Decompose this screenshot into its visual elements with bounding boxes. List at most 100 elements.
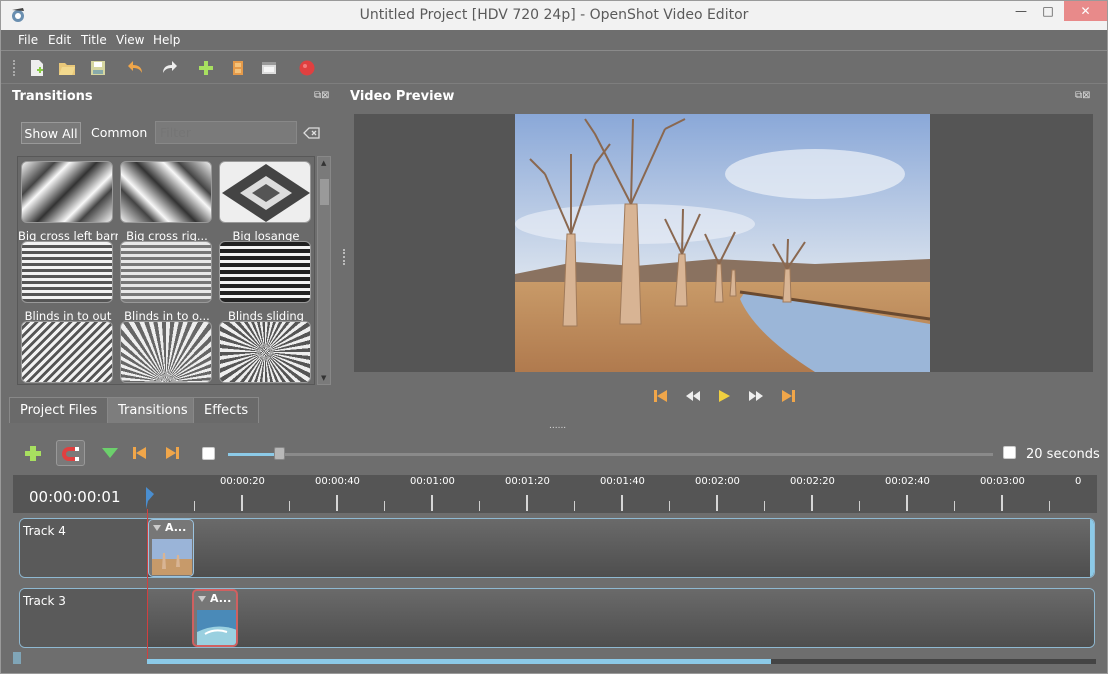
scrollbar-thumb[interactable]	[320, 179, 329, 205]
minimize-button[interactable]: —	[1007, 1, 1035, 21]
menu-view[interactable]: View	[116, 33, 144, 47]
menu-bar: File Edit Title View Help	[1, 30, 1107, 51]
playhead-line	[147, 509, 148, 659]
transition-thumbnail	[21, 321, 113, 383]
timeline-horizontal-scrollbar[interactable]	[147, 659, 1096, 664]
new-project-icon[interactable]	[28, 59, 46, 77]
playhead-marker[interactable]	[143, 487, 157, 509]
ruler-label: 00:02:00	[695, 476, 740, 487]
ruler-label: 00:00:40	[315, 476, 360, 487]
snapping-toggle[interactable]	[56, 440, 85, 466]
menu-title[interactable]: Title	[81, 33, 107, 47]
add-marker-icon[interactable]	[99, 443, 121, 463]
jump-end-icon[interactable]	[778, 387, 798, 405]
tab-effects[interactable]: Effects	[193, 397, 260, 423]
maximize-button[interactable]: □	[1035, 1, 1061, 21]
zoom-slider-track[interactable]	[228, 453, 993, 456]
ruler-major-tick	[526, 495, 528, 511]
clip-title: A...	[210, 592, 232, 605]
ruler-label: 00:00:20	[220, 476, 265, 487]
ruler-major-tick	[811, 495, 813, 511]
redo-icon[interactable]	[160, 59, 178, 77]
rewind-icon[interactable]	[683, 387, 703, 405]
track-header: Track 4	[20, 519, 148, 577]
ruler-major-tick	[716, 495, 718, 511]
zoom-in-checkbox[interactable]	[1003, 446, 1016, 459]
ruler-minor-tick	[953, 501, 955, 511]
clip[interactable]: A...	[192, 589, 238, 647]
previous-marker-icon[interactable]	[129, 443, 151, 463]
video-preview-dock-buttons[interactable]: ⧉⊠	[1075, 90, 1091, 101]
common-button[interactable]: Common	[91, 122, 147, 144]
clip-menu-icon[interactable]	[196, 593, 208, 605]
zoom-slider-handle[interactable]	[274, 447, 285, 460]
horizontal-splitter[interactable]: ......	[549, 421, 566, 431]
add-track-icon[interactable]	[22, 443, 44, 463]
menu-help[interactable]: Help	[153, 33, 180, 47]
ruler-major-tick	[621, 495, 623, 511]
video-frame	[515, 114, 930, 372]
main-toolbar	[1, 52, 1107, 84]
tab-transitions[interactable]: Transitions	[107, 397, 199, 423]
menu-file[interactable]: File	[18, 33, 38, 47]
transition-thumbnail	[219, 241, 311, 303]
ruler-minor-tick	[288, 501, 290, 511]
transition-thumbnail	[120, 241, 212, 303]
next-marker-icon[interactable]	[161, 443, 183, 463]
timeline-ruler[interactable]	[13, 475, 1097, 513]
ruler-major-tick	[336, 495, 338, 511]
transitions-scrollbar[interactable]: ▲ ▼	[317, 156, 331, 385]
save-project-icon[interactable]	[89, 59, 107, 77]
ruler-label: 00:03:00	[980, 476, 1025, 487]
clear-filter-icon[interactable]	[303, 126, 321, 140]
track-3[interactable]: Track 3	[19, 588, 1095, 648]
transition-thumbnail	[219, 321, 311, 383]
video-preview-title: Video Preview	[350, 89, 455, 104]
transition-thumbnail	[219, 161, 311, 223]
transition-thumbnail	[21, 241, 113, 303]
clip-thumbnail	[197, 610, 236, 645]
ruler-major-tick	[241, 495, 243, 511]
window-title: Untitled Project [HDV 720 24p] - OpenSho…	[359, 7, 749, 23]
ruler-minor-tick	[763, 501, 765, 511]
jump-start-icon[interactable]	[651, 387, 671, 405]
track-lane[interactable]	[148, 589, 1094, 647]
export-video-icon[interactable]	[298, 59, 316, 77]
clip-menu-icon[interactable]	[151, 522, 163, 534]
scrollbar-thumb[interactable]	[147, 659, 771, 664]
open-project-icon[interactable]	[58, 59, 76, 77]
track-name: Track 4	[23, 524, 66, 538]
panel-splitter[interactable]	[343, 249, 345, 265]
ruler-label: 0	[1075, 476, 1082, 487]
tab-project-files[interactable]: Project Files	[9, 397, 109, 423]
ruler-major-tick	[431, 495, 433, 511]
ruler-label: 00:01:20	[505, 476, 550, 487]
transitions-grid: Big cross left barr Big cross rig... Big…	[17, 156, 315, 385]
undo-icon[interactable]	[127, 59, 145, 77]
fullscreen-icon[interactable]	[260, 59, 278, 77]
zoom-label: 20 seconds	[1026, 447, 1100, 462]
fast-forward-icon[interactable]	[746, 387, 766, 405]
filter-input[interactable]	[155, 121, 297, 144]
video-preview-area[interactable]	[354, 114, 1093, 372]
menu-edit[interactable]: Edit	[48, 33, 71, 47]
profile-icon[interactable]	[229, 59, 247, 77]
zoom-out-checkbox[interactable]	[202, 447, 215, 460]
ruler-minor-tick	[383, 501, 385, 511]
track-scroll-indicator	[1090, 519, 1094, 577]
clip[interactable]: A...	[148, 519, 194, 577]
ruler-major-tick	[1001, 495, 1003, 511]
import-files-icon[interactable]	[197, 59, 215, 77]
ruler-minor-tick	[668, 501, 670, 511]
track-lane[interactable]	[148, 519, 1094, 577]
clip-title: A...	[165, 521, 187, 534]
ruler-label: 00:01:00	[410, 476, 455, 487]
play-icon[interactable]	[714, 387, 734, 405]
ruler-minor-tick	[193, 501, 195, 511]
show-all-button[interactable]: Show All	[21, 122, 81, 144]
ruler-label: 00:02:40	[885, 476, 930, 487]
transitions-dock-buttons[interactable]: ⧉⊠	[314, 90, 330, 101]
close-button[interactable]: ✕	[1064, 1, 1107, 21]
zoom-slider-fill	[228, 453, 280, 456]
timeline-left-edge	[13, 652, 21, 664]
